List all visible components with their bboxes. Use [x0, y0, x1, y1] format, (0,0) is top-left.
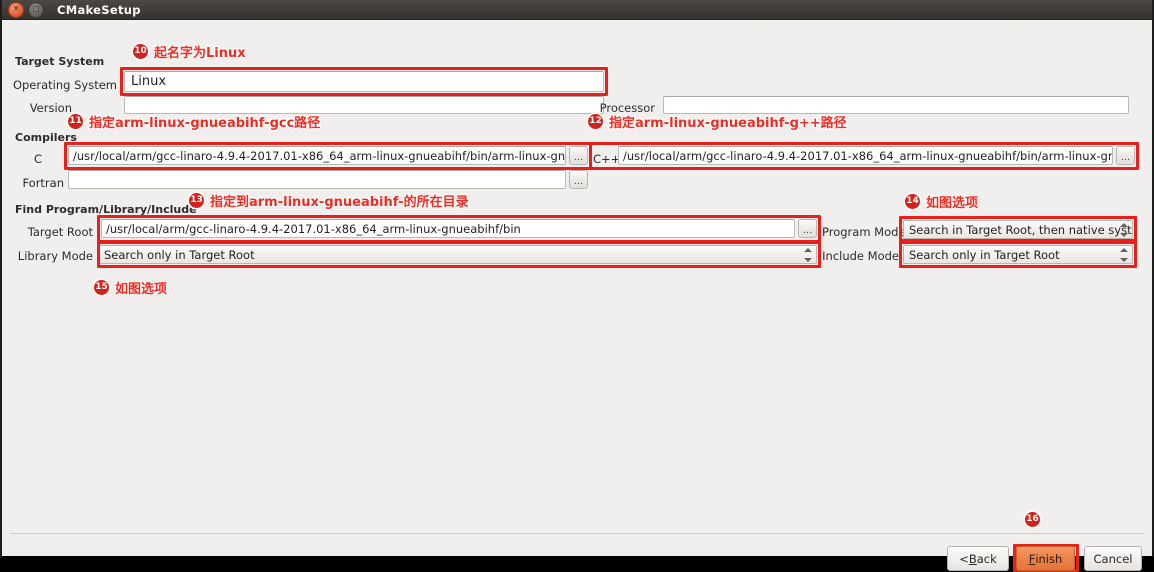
program-mode-select[interactable]: Search in Target Root, then native syste…	[903, 220, 1133, 239]
section-find-paths: Find Program/Library/Include	[15, 203, 197, 216]
cancel-button[interactable]: Cancel	[1084, 546, 1142, 571]
include-mode-value: Search only in Target Root	[909, 247, 1060, 262]
cxx-compiler-input[interactable]: /usr/local/arm/gcc-linaro-4.9.4-2017.01-…	[618, 146, 1113, 165]
cmakesetup-window: × □ CMakeSetup Target System Operating S…	[0, 0, 1154, 572]
library-mode-select[interactable]: Search only in Target Root	[98, 245, 817, 264]
annotation-14-text: 如图选项	[926, 196, 979, 211]
back-button-prefix: <	[959, 551, 969, 566]
program-mode-value: Search in Target Root, then native syste…	[909, 222, 1133, 237]
section-target-system: Target System	[15, 55, 105, 68]
finish-button-rest: inish	[1035, 551, 1063, 566]
c-compiler-browse-button[interactable]: ...	[569, 146, 588, 165]
maximize-glyph: □	[32, 4, 40, 13]
window-close-icon[interactable]: ×	[8, 1, 24, 18]
fortran-compiler-browse-button[interactable]: ...	[569, 170, 588, 189]
annotation-13-text: 指定到arm-linux-gnueabihf-的所在目录	[210, 195, 469, 210]
annotation-15-bullet: 15	[94, 280, 109, 295]
label-include-mode: Include Mode	[822, 249, 899, 263]
back-button[interactable]: < Back	[947, 546, 1009, 571]
annotation-12-bullet: 12	[588, 114, 603, 129]
annotation-13: 13 指定到arm-linux-gnueabihf-的所在目录	[189, 191, 469, 210]
back-button-rest: ack	[976, 551, 997, 566]
close-glyph: ×	[12, 3, 20, 14]
label-cxx-compiler: C++	[593, 152, 621, 166]
annotation-16-bullet: 16	[1025, 512, 1040, 527]
window-maximize-icon[interactable]: □	[28, 1, 44, 18]
label-target-root: Target Root	[27, 225, 93, 239]
fortran-compiler-input[interactable]	[68, 170, 566, 189]
label-c-compiler: C	[33, 152, 42, 166]
annotation-12-text: 指定arm-linux-gnueabihf-g++路径	[609, 116, 847, 131]
section-compilers: Compilers	[15, 131, 77, 144]
back-button-accel: B	[968, 551, 977, 566]
annotation-16: 16	[1025, 512, 1046, 527]
label-library-mode: Library Mode	[17, 249, 93, 263]
finish-button[interactable]: Finish	[1016, 546, 1075, 571]
finish-button-accel: F	[1028, 551, 1036, 566]
include-mode-select[interactable]: Search only in Target Root	[903, 245, 1133, 264]
target-root-browse-button[interactable]: ...	[798, 219, 817, 238]
annotation-15: 15 如图选项	[94, 278, 167, 297]
operating-system-input[interactable]: Linux	[124, 71, 604, 92]
label-fortran-compiler: Fortran	[22, 176, 64, 190]
annotation-14: 14 如图选项	[905, 192, 978, 211]
window-title: CMakeSetup	[57, 2, 141, 17]
dialog-content: Target System Operating System Linux Ver…	[2, 20, 1152, 572]
annotation-10-bullet: 10	[133, 44, 148, 59]
library-mode-value: Search only in Target Root	[104, 247, 255, 262]
label-version: Version	[29, 101, 72, 115]
annotation-10: 10 起名字为Linux	[133, 42, 246, 61]
target-root-input[interactable]: /usr/local/arm/gcc-linaro-4.9.4-2017.01-…	[101, 219, 795, 238]
chevron-updown-icon	[803, 247, 812, 262]
annotation-11-text: 指定arm-linux-gnueabihf-gcc路径	[89, 116, 321, 131]
annotation-13-bullet: 13	[189, 193, 204, 208]
label-program-mode: Program Mode	[822, 225, 906, 239]
annotation-15-text: 如图选项	[115, 282, 168, 297]
annotation-10-text: 起名字为Linux	[154, 46, 246, 61]
annotation-14-bullet: 14	[905, 194, 920, 209]
footer-separator	[10, 533, 1144, 534]
chevron-updown-icon	[1119, 222, 1128, 237]
title-bar: × □ CMakeSetup	[2, 0, 1152, 20]
label-operating-system: Operating System	[12, 78, 117, 92]
annotation-11-bullet: 11	[68, 114, 83, 129]
annotation-12: 12 指定arm-linux-gnueabihf-g++路径	[588, 112, 847, 131]
chevron-updown-icon	[1119, 247, 1128, 262]
cxx-compiler-browse-button[interactable]: ...	[1116, 146, 1135, 165]
c-compiler-input[interactable]: /usr/local/arm/gcc-linaro-4.9.4-2017.01-…	[68, 146, 566, 165]
annotation-11: 11 指定arm-linux-gnueabihf-gcc路径	[68, 112, 320, 131]
